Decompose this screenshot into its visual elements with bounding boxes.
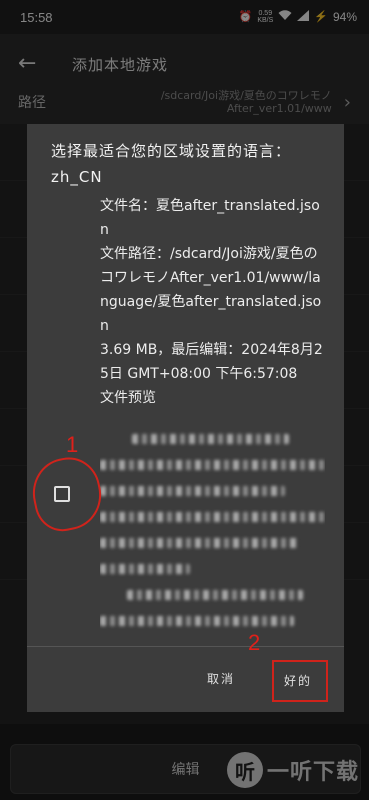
preview-label: 文件预览 — [100, 390, 156, 406]
annotation-marker-2: 2 — [248, 630, 261, 655]
file-preview-blurred — [100, 424, 325, 644]
file-size-modified: 3.69 MB，最后编辑：2024年8月25日 GMT+08:00 下午6:57… — [100, 342, 323, 382]
dialog-divider — [27, 646, 344, 647]
file-info: 文件名：夏色after_translated.json 文件路径：/sdcard… — [100, 194, 325, 410]
annotation-rect — [272, 660, 328, 702]
dialog-title: 选择最适合您的区域设置的语言：zh_CN — [51, 142, 292, 186]
annotation-marker-1: 1 — [66, 432, 79, 457]
cancel-button[interactable]: 取消 — [207, 670, 235, 687]
file-name: 文件名：夏色after_translated.json — [100, 198, 320, 238]
file-path: 文件路径：/sdcard/Joi游戏/夏色のコワレモノAfter_ver1.01… — [100, 246, 322, 334]
locale-dialog: 选择最适合您的区域设置的语言：zh_CN 文件名：夏色after_transla… — [27, 124, 344, 712]
